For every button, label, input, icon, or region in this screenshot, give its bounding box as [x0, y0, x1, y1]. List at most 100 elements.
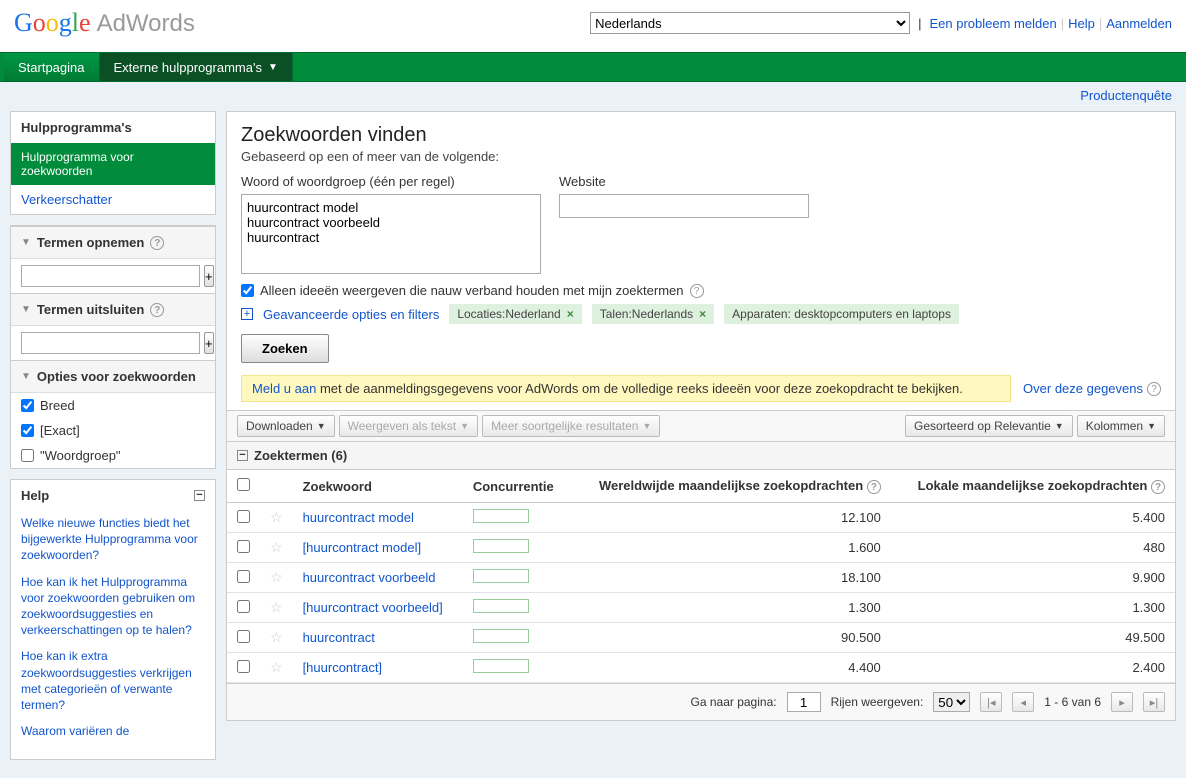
btn-label: Kolommen [1086, 419, 1143, 433]
keyword-link[interactable]: [huurcontract] [303, 660, 383, 675]
results-table: Zoekwoord Concurrentie Wereldwijde maand… [227, 470, 1175, 683]
star-icon[interactable]: ☆ [270, 659, 283, 675]
advanced-filters-link[interactable]: Geavanceerde opties en filters [263, 307, 439, 322]
add-include-button[interactable]: + [204, 265, 214, 287]
include-terms-input[interactable] [21, 265, 200, 287]
star-icon[interactable]: ☆ [270, 569, 283, 585]
language-select[interactable]: Nederlands [590, 12, 910, 34]
last-page-button[interactable]: ▸| [1143, 692, 1165, 712]
row-checkbox[interactable] [237, 600, 250, 613]
view-as-text-button[interactable]: Weergeven als tekst▼ [339, 415, 478, 437]
sidebar-item-traffic[interactable]: Verkeerschatter [11, 185, 215, 214]
local-searches: 5.400 [891, 503, 1175, 533]
row-checkbox[interactable] [237, 660, 250, 673]
header-right: Nederlands | Een probleem melden | Help … [590, 12, 1172, 34]
login-link[interactable]: Aanmelden [1106, 16, 1172, 31]
close-icon[interactable]: × [699, 307, 706, 321]
next-page-button[interactable]: ▸ [1111, 692, 1133, 712]
add-exclude-button[interactable]: + [204, 332, 214, 354]
tab-external-tools-label: Externe hulpprogramma's [114, 60, 262, 75]
star-icon[interactable]: ☆ [270, 629, 283, 645]
include-terms-label: Termen opnemen [37, 235, 144, 250]
pill-label: Talen:Nederlands [600, 307, 693, 321]
location-pill: Locaties:Nederland × [449, 304, 581, 324]
col-local[interactable]: Lokale maandelijkse zoekopdrachten ? [891, 470, 1175, 503]
col-competition[interactable]: Concurrentie [463, 470, 570, 503]
product-survey-link[interactable]: Productenquête [1080, 88, 1172, 103]
keyword-link[interactable]: [huurcontract voorbeeld] [303, 600, 443, 615]
plus-icon[interactable]: + [241, 308, 253, 320]
help-link-item[interactable]: Hoe kan ik extra zoekwoordsuggesties ver… [21, 648, 205, 713]
about-data-link[interactable]: Over deze gegevens [1023, 381, 1143, 396]
select-all-checkbox[interactable] [237, 478, 250, 491]
help-icon[interactable]: ? [150, 236, 164, 250]
keyword-link[interactable]: huurcontract voorbeeld [303, 570, 436, 585]
btn-label: Weergeven als tekst [348, 419, 457, 433]
first-page-button[interactable]: |◂ [980, 692, 1002, 712]
help-icon[interactable]: ? [867, 480, 881, 494]
logo: Google AdWords [14, 8, 195, 38]
star-icon[interactable]: ☆ [270, 539, 283, 555]
exact-label: [Exact] [40, 423, 80, 438]
pill-label: Locaties:Nederland [457, 307, 560, 321]
table-row: ☆[huurcontract]4.4002.400 [227, 653, 1175, 683]
prev-page-button[interactable]: ◂ [1012, 692, 1034, 712]
rows-select[interactable]: 50 [933, 692, 970, 712]
row-checkbox[interactable] [237, 510, 250, 523]
exclude-terms-header[interactable]: ▼ Termen uitsluiten ? [11, 293, 215, 326]
row-checkbox[interactable] [237, 540, 250, 553]
help-icon[interactable]: ? [690, 284, 704, 298]
search-terms-section-header[interactable]: − Zoektermen (6) [227, 442, 1175, 470]
help-icon[interactable]: ? [150, 303, 164, 317]
header-links: Een probleem melden | Help | Aanmelden [929, 16, 1172, 31]
pill-label: Apparaten: desktopcomputers en laptops [732, 307, 951, 321]
traffic-estimator-link[interactable]: Verkeerschatter [21, 192, 112, 207]
help-icon[interactable]: ? [1147, 382, 1161, 396]
close-icon[interactable]: × [567, 307, 574, 321]
tab-startpage[interactable]: Startpagina [4, 53, 100, 81]
google-logo: Google [14, 8, 91, 38]
phrase-checkbox[interactable] [21, 449, 34, 462]
help-link-item[interactable]: Welke nieuwe functies biedt het bijgewer… [21, 515, 205, 564]
keyword-textarea[interactable] [241, 194, 541, 274]
help-panel-title: Help [21, 488, 49, 503]
col-keyword[interactable]: Zoekwoord [293, 470, 463, 503]
columns-button[interactable]: Kolommen▼ [1077, 415, 1165, 437]
exclude-terms-label: Termen uitsluiten [37, 302, 144, 317]
website-input[interactable] [559, 194, 809, 218]
help-link-item[interactable]: Hoe kan ik het Hulpprogramma voor zoekwo… [21, 574, 205, 639]
star-icon[interactable]: ☆ [270, 599, 283, 615]
broad-checkbox[interactable] [21, 399, 34, 412]
report-problem-link[interactable]: Een probleem melden [929, 16, 1056, 31]
star-icon[interactable]: ☆ [270, 509, 283, 525]
keyword-link[interactable]: [huurcontract model] [303, 540, 422, 555]
competition-bar [473, 569, 529, 583]
col-global[interactable]: Wereldwijde maandelijkse zoekopdrachten … [570, 470, 891, 503]
help-link[interactable]: Help [1068, 16, 1095, 31]
help-panel: Help − Welke nieuwe functies biedt het b… [10, 479, 216, 760]
keyword-options-header[interactable]: ▼ Opties voor zoekwoorden [11, 360, 215, 393]
global-searches: 18.100 [570, 563, 891, 593]
tab-external-tools[interactable]: Externe hulpprogramma's ▼ [100, 53, 293, 81]
page-title: Zoekwoorden vinden [241, 124, 1161, 147]
keyword-link[interactable]: huurcontract model [303, 510, 414, 525]
row-checkbox[interactable] [237, 570, 250, 583]
page-input[interactable] [787, 692, 821, 712]
include-terms-header[interactable]: ▼ Termen opnemen ? [11, 226, 215, 259]
global-searches: 1.600 [570, 533, 891, 563]
row-checkbox[interactable] [237, 630, 250, 643]
keyword-link[interactable]: huurcontract [303, 630, 375, 645]
col-label: Lokale maandelijkse zoekopdrachten [918, 478, 1148, 493]
help-link-item[interactable]: Waarom variëren de [21, 723, 205, 739]
more-like-button[interactable]: Meer soortgelijke resultaten▼ [482, 415, 660, 437]
exclude-terms-input[interactable] [21, 332, 200, 354]
sort-button[interactable]: Gesorteerd op Relevantie▼ [905, 415, 1073, 437]
sidebar-item-keyword-tool[interactable]: Hulpprogramma voor zoekwoorden [11, 143, 215, 185]
exact-checkbox[interactable] [21, 424, 34, 437]
minus-icon[interactable]: − [194, 490, 205, 501]
only-close-ideas-checkbox[interactable] [241, 284, 254, 297]
signin-link[interactable]: Meld u aan [252, 381, 316, 396]
search-button[interactable]: Zoeken [241, 334, 329, 363]
help-icon[interactable]: ? [1151, 480, 1165, 494]
download-button[interactable]: Downloaden▼ [237, 415, 335, 437]
